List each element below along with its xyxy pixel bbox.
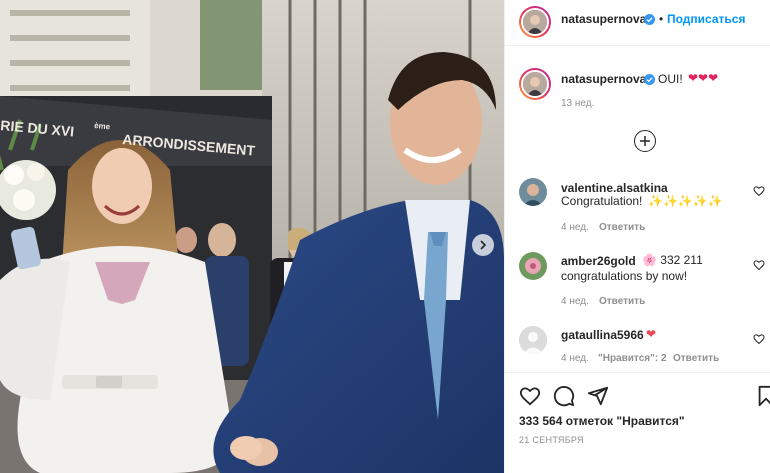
avatar-image: [519, 178, 547, 206]
reply-button[interactable]: Ответить: [599, 222, 645, 233]
comment-time[interactable]: 4 нед.: [561, 353, 589, 364]
caption-text: OUI!: [658, 72, 683, 86]
comment-text-line2: congratulations by now!: [561, 269, 688, 283]
post-actions: 333 564 отметок "Нравится" 21 СЕНТЯБРЯ: [505, 372, 770, 473]
comment-emoji: ✨✨✨✨✨: [648, 194, 723, 208]
comment-text: 🌸 332 211: [642, 253, 703, 267]
avatar-image: [523, 72, 547, 96]
comment-text: Congratulation!: [561, 194, 643, 208]
comment-avatar[interactable]: [519, 178, 547, 206]
caption-avatar[interactable]: [519, 68, 551, 100]
default-avatar-icon: [519, 326, 547, 354]
comment-icon[interactable]: [553, 385, 575, 407]
header-separator: •: [659, 12, 664, 26]
likes-count[interactable]: 333 564 отметок "Нравится": [519, 414, 685, 428]
heart-icon[interactable]: [753, 333, 765, 345]
comment-avatar[interactable]: [519, 252, 547, 280]
comment-time[interactable]: 4 нед.: [561, 222, 589, 233]
follow-button[interactable]: Подписаться: [667, 12, 745, 26]
comment-time[interactable]: 4 нед.: [561, 296, 589, 307]
heart-icon[interactable]: [753, 259, 765, 271]
comment-username[interactable]: amber26gold: [561, 254, 636, 268]
caption-time[interactable]: 13 нед.: [561, 98, 594, 109]
carousel-next-button[interactable]: [472, 234, 494, 256]
post-date[interactable]: 21 СЕНТЯБРЯ: [519, 435, 584, 445]
post-side-panel: natasupernova • Подписаться natasupernov…: [504, 0, 770, 473]
plus-circle-icon: [640, 136, 650, 146]
sign-superscript: ème: [94, 121, 111, 131]
reply-button[interactable]: Ответить: [673, 353, 719, 364]
comment-likes-count[interactable]: "Нравится": 2: [598, 353, 667, 364]
reply-button[interactable]: Ответить: [599, 296, 645, 307]
bookmark-icon[interactable]: [755, 385, 770, 407]
author-username[interactable]: natasupernova: [561, 12, 646, 26]
wedding-photo-illustration: RIE DU XVI ème ARRONDISSEMENT: [0, 0, 504, 473]
avatar-image: [523, 10, 547, 34]
share-icon[interactable]: [587, 385, 609, 407]
heart-icon[interactable]: [519, 385, 541, 407]
comment-emoji: ❤: [646, 327, 657, 341]
load-more-comments-button[interactable]: [634, 130, 656, 152]
post-photo[interactable]: RIE DU XVI ème ARRONDISSEMENT: [0, 0, 504, 473]
verified-icon: [644, 14, 655, 25]
caption-emoji: ❤❤❤: [688, 71, 719, 85]
avatar-image: [519, 252, 547, 280]
caption-username[interactable]: natasupernova: [561, 72, 646, 86]
chevron-right-icon: [480, 240, 487, 250]
comment-username[interactable]: gataullina5966: [561, 328, 644, 342]
heart-icon[interactable]: [753, 185, 765, 197]
verified-icon: [644, 74, 655, 85]
author-avatar[interactable]: [519, 6, 551, 38]
post-header: natasupernova • Подписаться: [505, 0, 770, 46]
comment-avatar[interactable]: [519, 326, 547, 354]
